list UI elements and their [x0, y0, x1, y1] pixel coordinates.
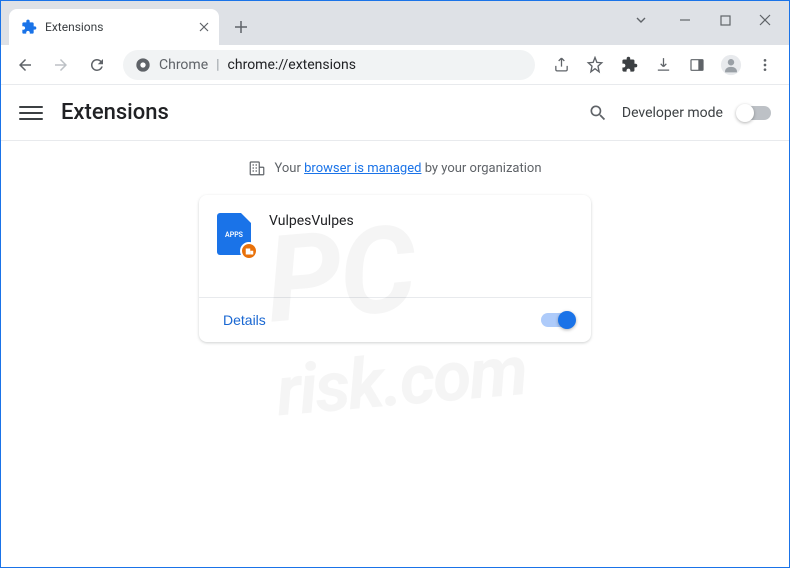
extension-icon: APPS — [217, 213, 253, 257]
back-button[interactable] — [9, 49, 41, 81]
puzzle-icon — [21, 19, 37, 35]
bookmark-star-icon[interactable] — [579, 49, 611, 81]
address-bar[interactable]: Chrome | chrome://extensions — [123, 50, 535, 80]
menu-dots-icon[interactable] — [749, 49, 781, 81]
forward-button[interactable] — [45, 49, 77, 81]
extension-icon-label: APPS — [217, 231, 251, 239]
managed-prefix: Your — [274, 161, 300, 176]
extension-name: VulpesVulpes — [269, 213, 354, 257]
download-icon[interactable] — [647, 49, 679, 81]
menu-hamburger-icon[interactable] — [19, 101, 43, 125]
omnibox-url: chrome://extensions — [228, 57, 356, 73]
managed-link[interactable]: browser is managed — [304, 161, 421, 176]
page-title: Extensions — [61, 100, 169, 125]
sidepanel-icon[interactable] — [681, 49, 713, 81]
close-window-button[interactable] — [745, 7, 785, 33]
developer-mode-toggle[interactable] — [737, 106, 771, 120]
chrome-logo-icon — [135, 57, 151, 73]
omnibox-separator: | — [216, 57, 219, 73]
browser-tab[interactable]: Extensions — [9, 9, 219, 45]
minimize-button[interactable] — [665, 7, 705, 33]
developer-mode-label: Developer mode — [622, 105, 723, 121]
enterprise-badge-icon — [240, 242, 258, 260]
chevron-down-icon[interactable] — [621, 7, 661, 33]
search-icon[interactable] — [588, 103, 608, 123]
managed-suffix: by your organization — [425, 161, 542, 176]
omnibox-prefix: Chrome — [159, 57, 208, 73]
window-titlebar: Extensions — [1, 1, 789, 45]
managed-browser-notice: Your browser is managed by your organiza… — [248, 159, 541, 177]
reload-button[interactable] — [81, 49, 113, 81]
new-tab-button[interactable] — [227, 13, 255, 41]
window-controls — [621, 1, 789, 33]
tab-title: Extensions — [45, 20, 103, 34]
extensions-header: Extensions Developer mode — [1, 85, 789, 141]
extensions-puzzle-icon[interactable] — [613, 49, 645, 81]
browser-toolbar: Chrome | chrome://extensions — [1, 45, 789, 85]
profile-avatar-icon[interactable] — [715, 49, 747, 81]
details-button[interactable]: Details — [215, 306, 274, 334]
share-icon[interactable] — [545, 49, 577, 81]
building-icon — [248, 159, 266, 177]
extension-card: APPS VulpesVulpes Details — [199, 195, 591, 342]
close-tab-icon[interactable] — [199, 22, 209, 32]
maximize-button[interactable] — [705, 7, 745, 33]
extension-enable-toggle[interactable] — [541, 313, 575, 327]
extensions-content: Your browser is managed by your organiza… — [1, 141, 789, 360]
